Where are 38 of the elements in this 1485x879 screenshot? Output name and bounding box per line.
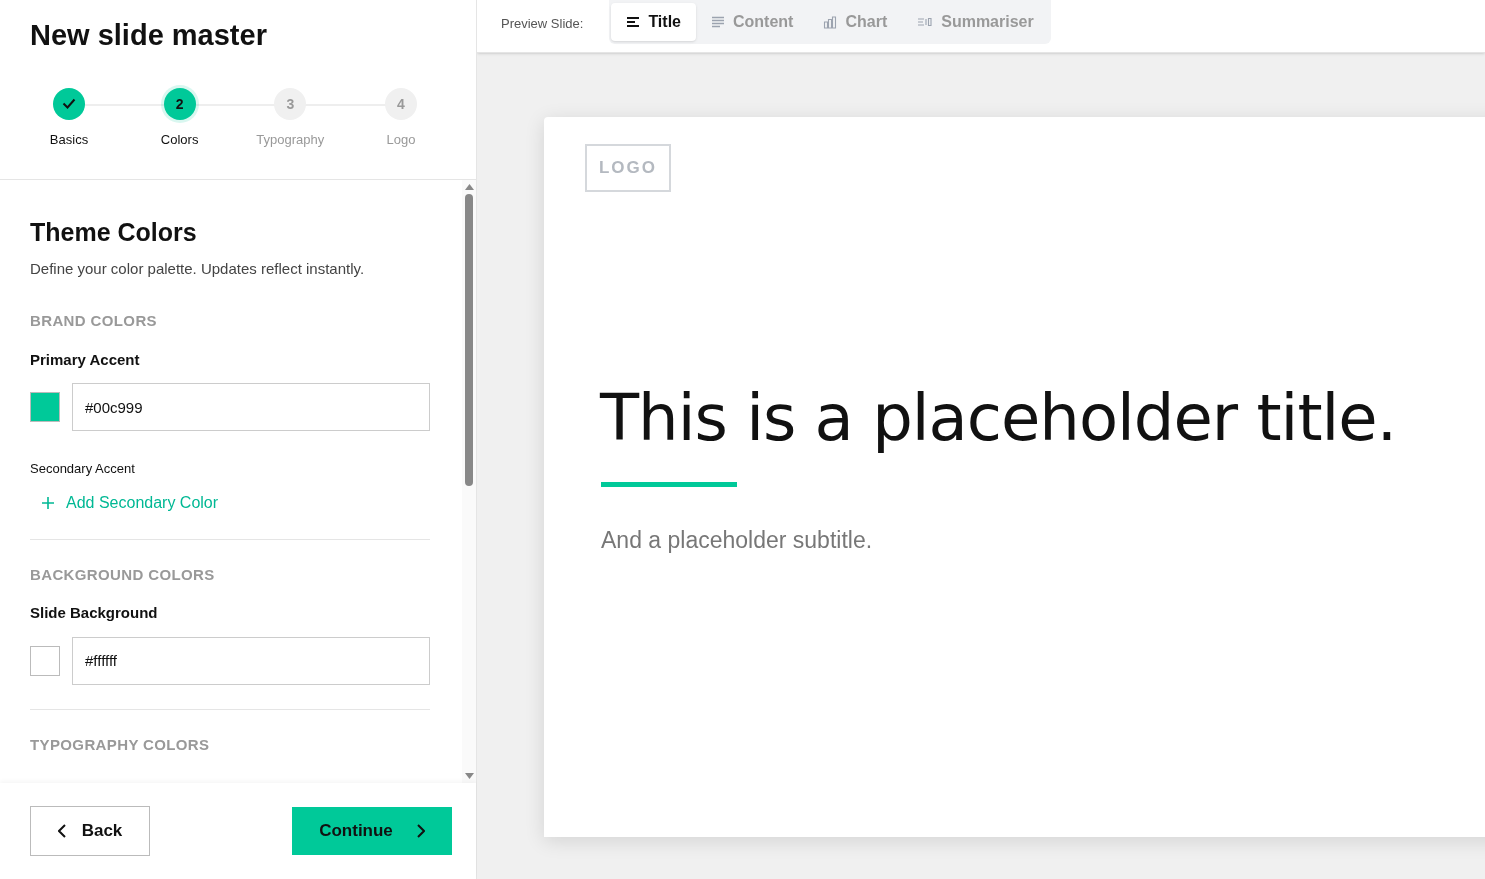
hex-input[interactable]: #00c999: [72, 383, 430, 431]
text-lines-icon: [711, 16, 725, 28]
step-label: Typography: [256, 130, 325, 149]
step-label: Logo: [386, 130, 416, 149]
scroll-thumb[interactable]: [465, 194, 473, 486]
field-label: Primary Accent: [30, 349, 141, 370]
color-swatch[interactable]: [30, 392, 60, 422]
scroll-up-icon[interactable]: [464, 184, 474, 190]
field-label: Secondary Accent: [30, 460, 136, 478]
check-icon: [62, 98, 76, 109]
chevron-right-icon: [416, 824, 425, 838]
step-label: Basics: [49, 130, 89, 149]
plus-icon: [42, 496, 54, 509]
bar-chart-icon: [823, 15, 838, 29]
page-title: New slide master: [30, 18, 268, 53]
summary-icon: [917, 17, 934, 27]
logo-label: LOGO: [598, 157, 658, 180]
preview-tab[interactable]: Title: [611, 3, 696, 41]
scrollbar[interactable]: [462, 180, 476, 783]
section-heading: Theme Colors: [30, 217, 198, 248]
hex-input[interactable]: #ffffff: [72, 636, 430, 685]
group-heading: TYPOGRAPHY COLORS: [30, 734, 211, 755]
color-swatch[interactable]: [30, 645, 60, 676]
section-description: Define your color palette. Updates reflect instantly.: [30, 258, 366, 279]
group-heading: BACKGROUND COLORS: [30, 564, 216, 585]
chevron-left-icon: [57, 824, 66, 838]
continue-button[interactable]: Continue: [292, 807, 452, 855]
step-number: 3: [286, 94, 295, 114]
preview-label: Preview Slide:: [501, 15, 584, 33]
step-label: Colors: [160, 130, 199, 149]
scroll-down-icon[interactable]: [464, 773, 474, 779]
step-number: 4: [397, 94, 405, 114]
group-heading: BRAND COLORS: [30, 311, 158, 331]
back-button[interactable]: Back: [30, 806, 150, 856]
slide-subtitle: And a placeholder subtitle.: [601, 526, 874, 555]
align-left-icon: [626, 16, 641, 28]
step-number: 2: [175, 94, 184, 114]
field-label: Slide Background: [30, 603, 159, 623]
